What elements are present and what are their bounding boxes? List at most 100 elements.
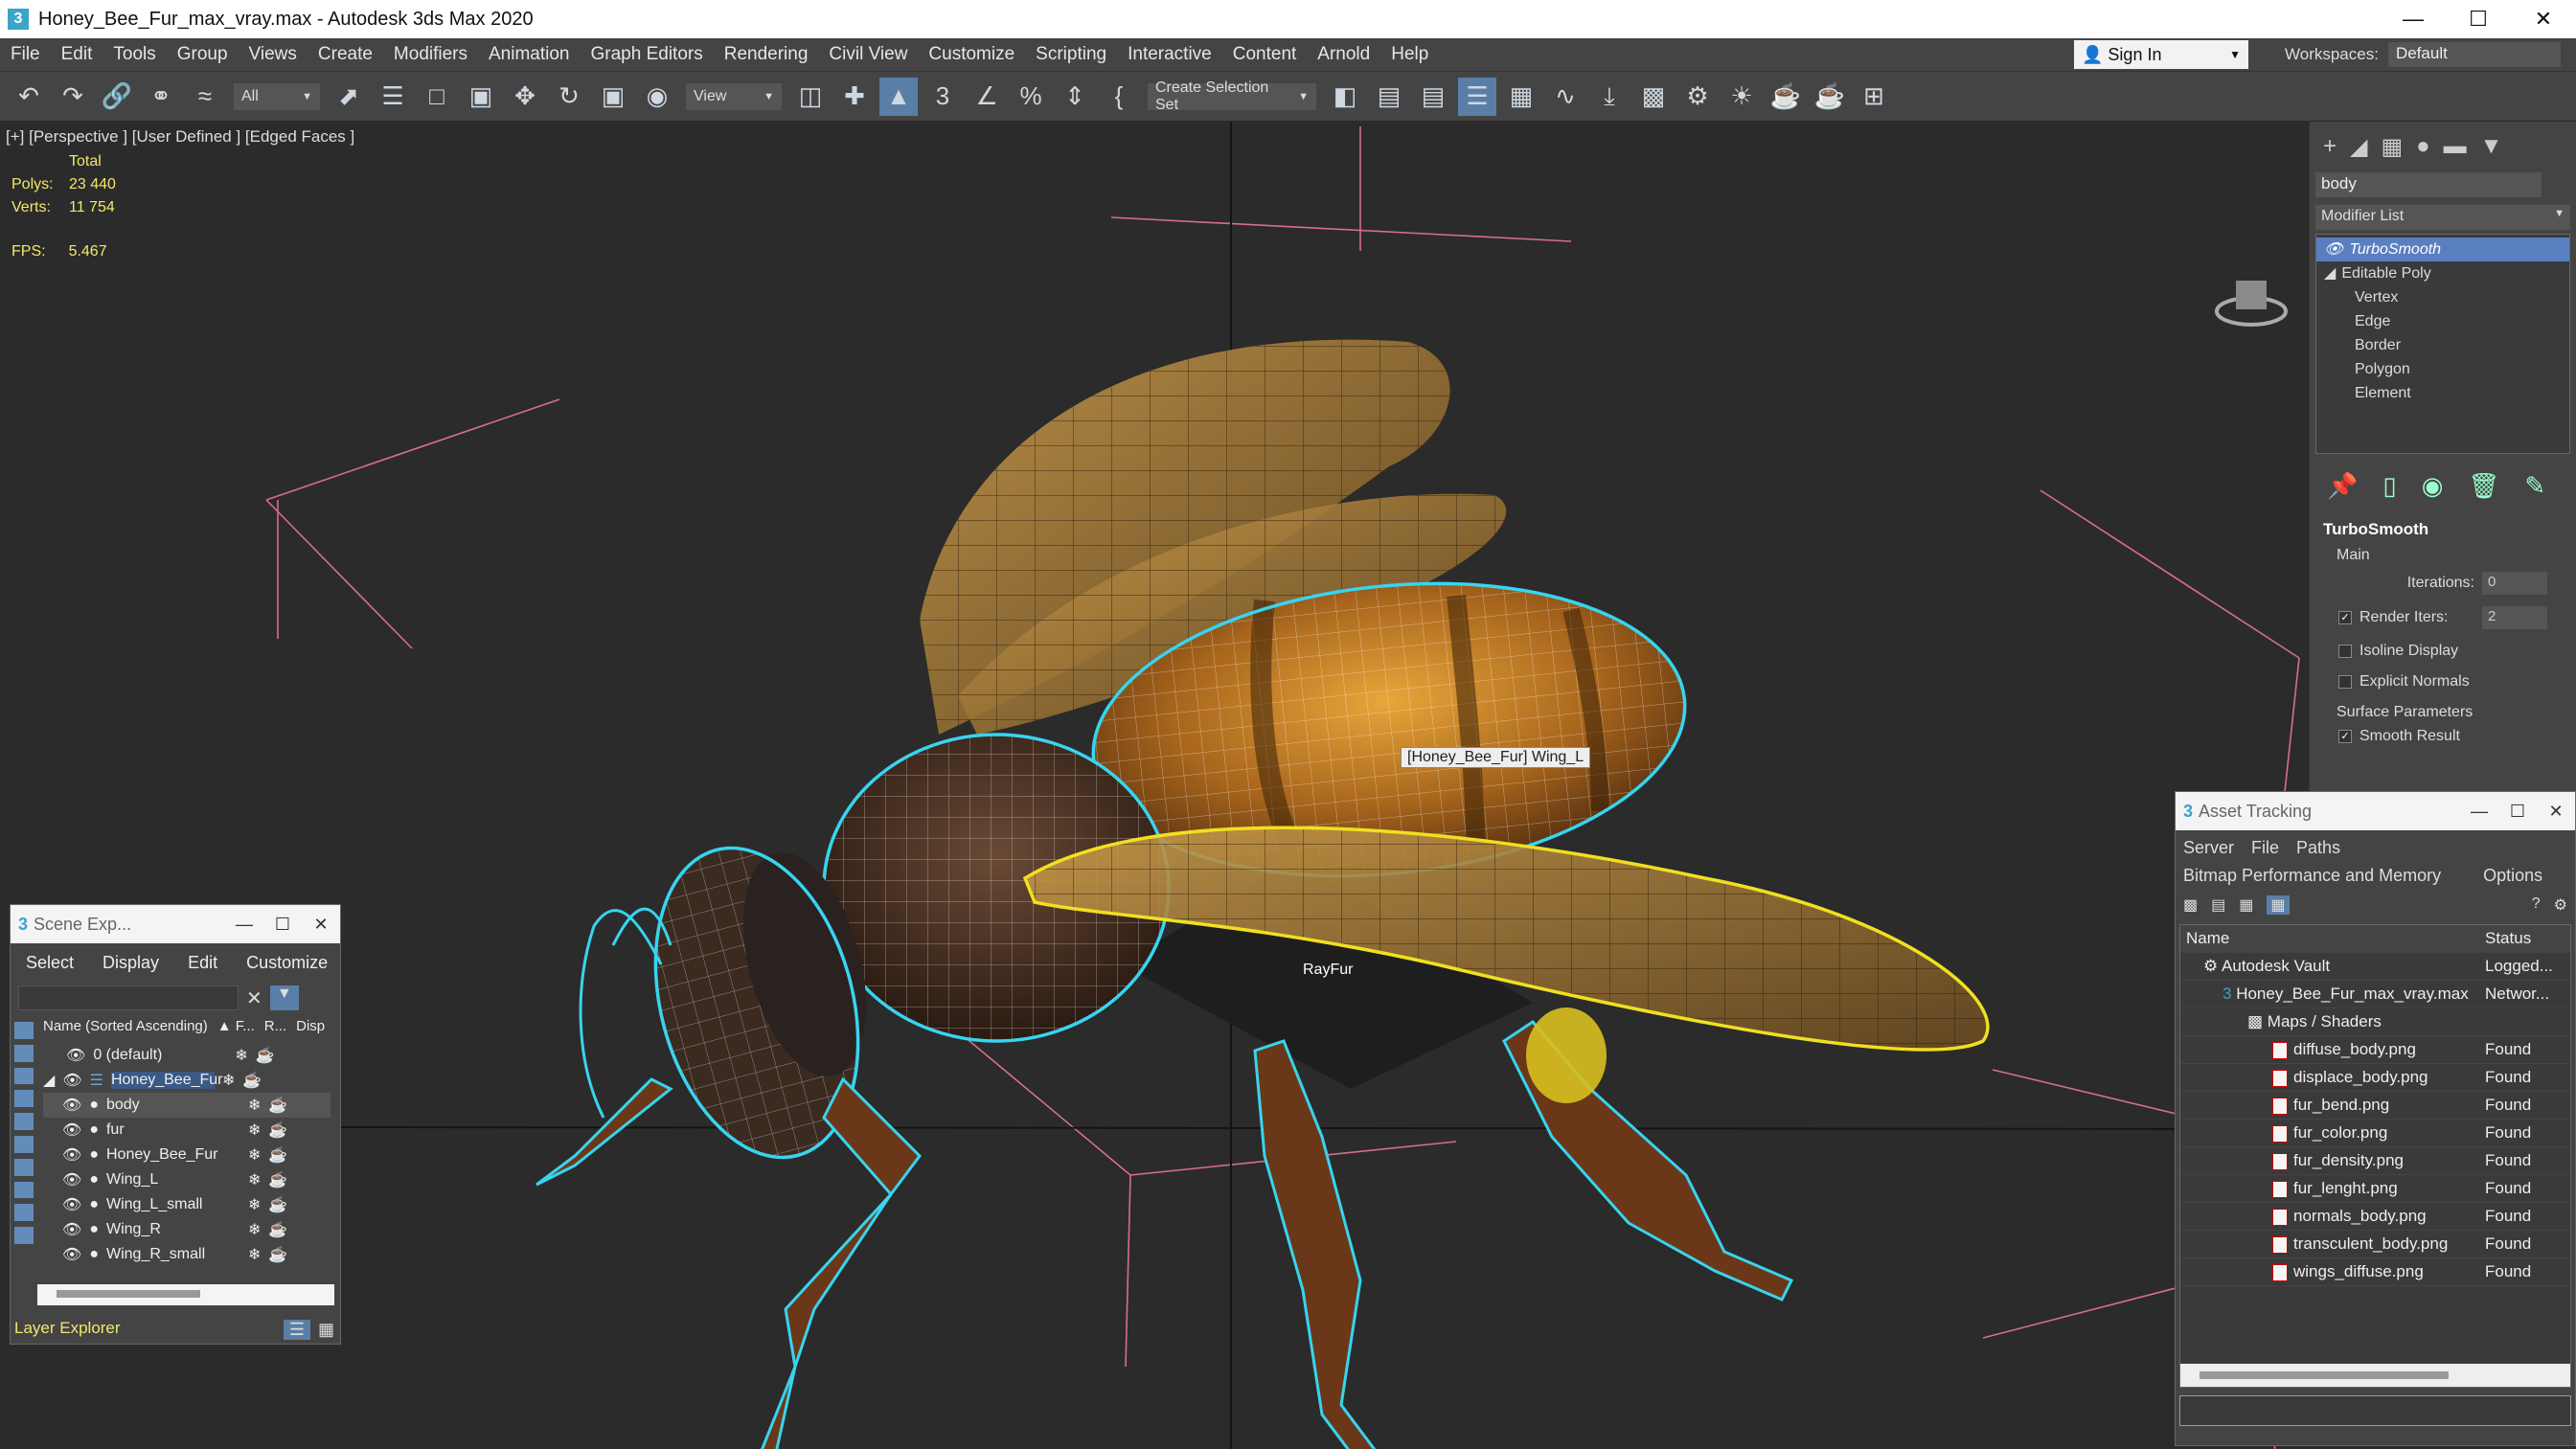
explicit-normals-checkbox[interactable]: [2338, 675, 2352, 689]
filter-icon[interactable]: ▼: [269, 985, 299, 1010]
snaps-toggle-icon[interactable]: 3: [923, 78, 962, 116]
teapot-icon[interactable]: ☕: [256, 1046, 275, 1065]
table-row[interactable]: fur_bend.png Found: [2180, 1092, 2570, 1120]
stack-item-element[interactable]: Element: [2316, 381, 2569, 405]
tree-row[interactable]: 👁 ● Wing_R ❄ ☕: [43, 1217, 331, 1242]
table-row[interactable]: ▩ Maps / Shaders: [2180, 1008, 2570, 1036]
display-none-icon[interactable]: [14, 1022, 34, 1039]
spacewarps-filter-icon[interactable]: [14, 1158, 34, 1176]
freeze-icon[interactable]: ❄: [248, 1121, 261, 1140]
maximize-icon[interactable]: ☐: [2498, 802, 2537, 822]
menu-customize[interactable]: Customize: [918, 44, 1025, 65]
eye-icon[interactable]: 👁: [62, 1145, 81, 1165]
find-input[interactable]: [18, 985, 239, 1010]
close-icon[interactable]: ✕: [2511, 0, 2576, 38]
eye-icon[interactable]: 👁: [66, 1046, 85, 1065]
curve-editor-icon[interactable]: ∿: [1546, 78, 1584, 116]
render-setup-icon[interactable]: ⚙: [1678, 78, 1717, 116]
scene-explorer-icon[interactable]: ▤: [1414, 78, 1452, 116]
expand-triangle-icon[interactable]: ◢: [2324, 261, 2336, 285]
select-object-icon[interactable]: ⬈: [330, 78, 368, 116]
freeze-icon[interactable]: ❄: [235, 1046, 247, 1065]
freeze-icon[interactable]: ❄: [248, 1145, 261, 1165]
workspaces-dropdown[interactable]: Default: [2387, 42, 2561, 67]
eye-icon[interactable]: 👁: [62, 1071, 81, 1090]
stack-item-edge[interactable]: Edge: [2316, 309, 2569, 333]
select-by-name-icon[interactable]: ☰: [374, 78, 412, 116]
pivot-icon[interactable]: ◫: [791, 78, 830, 116]
eye-icon[interactable]: 👁: [62, 1195, 81, 1214]
render-production-icon[interactable]: ☕: [1767, 78, 1805, 116]
percent-snap-icon[interactable]: %: [1012, 78, 1050, 116]
motion-tab-icon[interactable]: ●: [2416, 133, 2430, 161]
scrollbar-thumb[interactable]: [2200, 1371, 2449, 1379]
menu-views[interactable]: Views: [239, 44, 308, 65]
bones-filter-icon[interactable]: [14, 1227, 34, 1244]
tree-row[interactable]: 👁 ● fur ❄ ☕: [43, 1118, 331, 1143]
stack-item-vertex[interactable]: Vertex: [2316, 285, 2569, 309]
teapot-icon[interactable]: ☕: [268, 1145, 287, 1165]
freeze-icon[interactable]: ❄: [248, 1245, 261, 1264]
tree-row[interactable]: 👁 0 (default) ❄ ☕: [43, 1043, 331, 1068]
freeze-icon[interactable]: ❄: [222, 1071, 235, 1090]
menu-customize[interactable]: Customize: [246, 953, 328, 973]
menu-file[interactable]: File: [0, 44, 51, 65]
window-crossing-icon[interactable]: ▣: [462, 78, 500, 116]
freeze-icon[interactable]: ❄: [248, 1195, 261, 1214]
rendered-frame-window-icon[interactable]: ☀: [1722, 78, 1761, 116]
schematic-view-icon[interactable]: ⤓: [1590, 78, 1629, 116]
menu-create[interactable]: Create: [308, 44, 383, 65]
tree-row[interactable]: 👁 ● Wing_L_small ❄ ☕: [43, 1192, 331, 1217]
freeze-icon[interactable]: ❄: [248, 1096, 261, 1115]
eye-icon[interactable]: 👁: [62, 1096, 81, 1115]
tree-row[interactable]: 👁 ● Honey_Bee_Fur ❄ ☕: [43, 1143, 331, 1167]
asset-path-field[interactable]: [2179, 1395, 2571, 1426]
menu-civil-view[interactable]: Civil View: [818, 44, 918, 65]
horizontal-scrollbar[interactable]: [37, 1284, 334, 1305]
table-row[interactable]: 3 Honey_Bee_Fur_max_vray.max Networ...: [2180, 981, 2570, 1008]
bind-space-warp-icon[interactable]: ≈: [186, 78, 224, 116]
asset-tracking-titlebar[interactable]: 3 Asset Tracking — ☐ ✕: [2176, 792, 2575, 830]
teapot-icon[interactable]: ☕: [242, 1071, 262, 1090]
groups-filter-icon[interactable]: [14, 1181, 34, 1199]
freeze-icon[interactable]: ❄: [248, 1220, 261, 1239]
modifier-list-dropdown[interactable]: Modifier List ▼: [2315, 205, 2570, 230]
place-icon[interactable]: ◉: [638, 78, 676, 116]
render-grid-icon[interactable]: ⊞: [1855, 78, 1893, 116]
link-icon[interactable]: 🔗: [98, 78, 136, 116]
hierarchy-tab-icon[interactable]: ▦: [2381, 133, 2403, 161]
helpers-filter-icon[interactable]: [14, 1135, 34, 1153]
eye-icon[interactable]: 👁: [62, 1220, 81, 1239]
menu-tools[interactable]: Tools: [103, 44, 166, 65]
col-name[interactable]: Name (Sorted Ascending): [43, 1018, 208, 1034]
menu-help[interactable]: Help: [1380, 44, 1439, 65]
render-iters-spinner[interactable]: 2: [2482, 606, 2547, 629]
render-iters-checkbox[interactable]: ✓: [2338, 611, 2352, 624]
refresh-icon[interactable]: ▩: [2183, 895, 2198, 915]
create-tab-icon[interactable]: +: [2323, 133, 2337, 161]
display-tab-icon[interactable]: ▬: [2444, 133, 2467, 161]
menu-edit[interactable]: Edit: [188, 953, 217, 973]
tree-row[interactable]: 👁 ● Wing_L ❄ ☕: [43, 1167, 331, 1192]
align-icon[interactable]: ▤: [1370, 78, 1408, 116]
smooth-result-checkbox[interactable]: ✓: [2338, 730, 2352, 743]
ref-coord-dropdown[interactable]: View ▼: [686, 82, 782, 110]
table-row[interactable]: fur_color.png Found: [2180, 1120, 2570, 1147]
menu-interactive[interactable]: Interactive: [1117, 44, 1222, 65]
table-row[interactable]: wings_diffuse.png Found: [2180, 1258, 2570, 1286]
remove-modifier-icon[interactable]: 🗑: [2468, 471, 2499, 501]
menu-edit[interactable]: Edit: [51, 44, 103, 65]
minimize-icon[interactable]: —: [225, 915, 263, 935]
viewport-label[interactable]: [+] [Perspective ] [User Defined ] [Edge…: [6, 127, 354, 147]
move-icon[interactable]: ✥: [506, 78, 544, 116]
table-row[interactable]: fur_density.png Found: [2180, 1147, 2570, 1175]
teapot-icon[interactable]: ☕: [268, 1096, 287, 1115]
utilities-tab-icon[interactable]: ▼: [2480, 133, 2503, 161]
col-display[interactable]: Disp: [296, 1018, 325, 1034]
horizontal-scrollbar[interactable]: [2180, 1364, 2570, 1387]
menu-modifiers[interactable]: Modifiers: [383, 44, 478, 65]
eye-icon[interactable]: 👁: [62, 1245, 81, 1264]
teapot-icon[interactable]: ☕: [268, 1245, 287, 1264]
menu-options[interactable]: Options: [2483, 866, 2542, 886]
isoline-checkbox[interactable]: [2338, 645, 2352, 658]
